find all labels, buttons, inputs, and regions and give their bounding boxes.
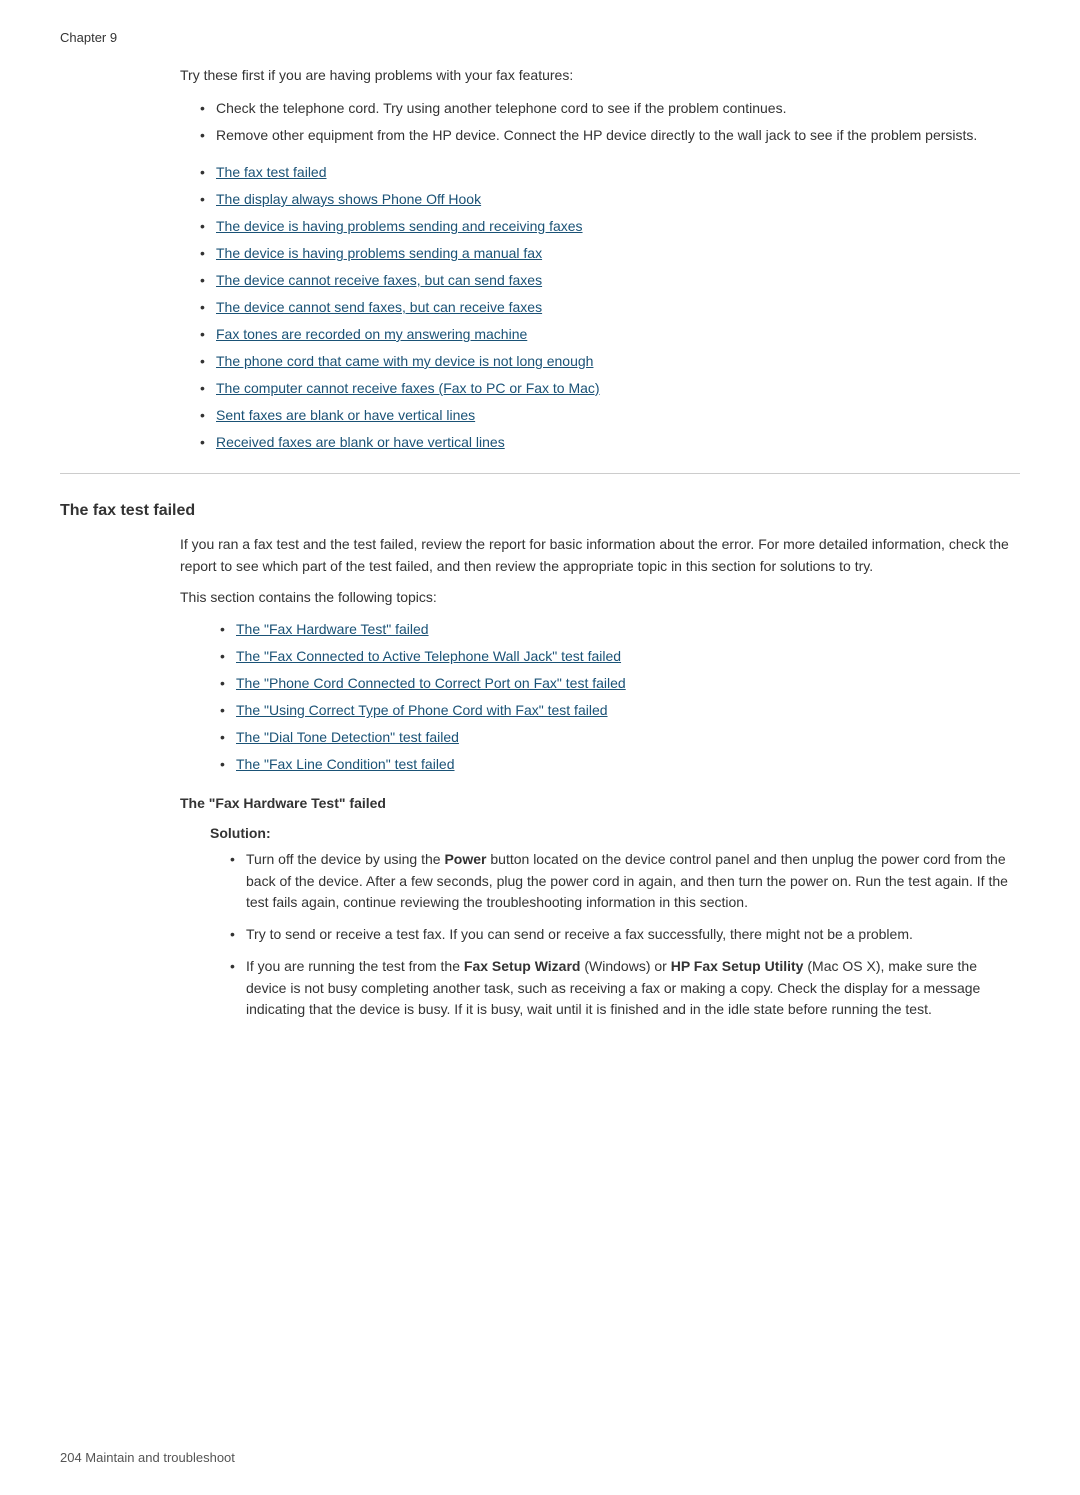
intro-bullet-list: Check the telephone cord. Try using anot… [200,98,1020,146]
sub-link-list: The "Fax Hardware Test" failed The "Fax … [220,619,1020,775]
intro-bullet-1: Check the telephone cord. Try using anot… [200,98,1020,119]
footer: 204 Maintain and troubleshoot [60,1450,235,1465]
link-item-0[interactable]: The fax test failed [200,162,1020,183]
chapter-label: Chapter 9 [60,30,1020,45]
bold-fax-setup-wizard: Fax Setup Wizard [464,958,581,974]
link-item-10[interactable]: Received faxes are blank or have vertica… [200,432,1020,453]
sub-link-2[interactable]: The "Phone Cord Connected to Correct Por… [220,673,1020,694]
sub-link-3[interactable]: The "Using Correct Type of Phone Cord wi… [220,700,1020,721]
link-item-6[interactable]: Fax tones are recorded on my answering m… [200,324,1020,345]
link-item-3[interactable]: The device is having problems sending a … [200,243,1020,264]
solution-label: Solution: [210,825,1020,841]
link-item-4[interactable]: The device cannot receive faxes, but can… [200,270,1020,291]
solution-bullet-list: Turn off the device by using the Power b… [230,849,1020,1021]
fax-test-heading: The fax test failed [60,502,1020,520]
bold-power: Power [444,851,486,867]
link-item-7[interactable]: The phone cord that came with my device … [200,351,1020,372]
sub-link-5[interactable]: The "Fax Line Condition" test failed [220,754,1020,775]
link-item-8[interactable]: The computer cannot receive faxes (Fax t… [200,378,1020,399]
fax-test-body: If you ran a fax test and the test faile… [180,534,1020,609]
link-item-5[interactable]: The device cannot send faxes, but can re… [200,297,1020,318]
hardware-test-section: The "Fax Hardware Test" failed Solution:… [60,795,1020,1021]
solution-bullet-0: Turn off the device by using the Power b… [230,849,1020,914]
solution-bullet-1: Try to send or receive a test fax. If yo… [230,924,1020,946]
sub-link-0[interactable]: The "Fax Hardware Test" failed [220,619,1020,640]
link-item-1[interactable]: The display always shows Phone Off Hook [200,189,1020,210]
link-list: The fax test failed The display always s… [200,162,1020,453]
solution-bullet-2: If you are running the test from the Fax… [230,956,1020,1021]
sub-link-4[interactable]: The "Dial Tone Detection" test failed [220,727,1020,748]
fax-test-para2: This section contains the following topi… [180,587,1020,609]
hardware-test-heading: The "Fax Hardware Test" failed [180,795,1020,811]
link-item-2[interactable]: The device is having problems sending an… [200,216,1020,237]
intro-text: Try these first if you are having proble… [180,65,1020,86]
fax-test-para1: If you ran a fax test and the test faile… [180,534,1020,577]
link-item-9[interactable]: Sent faxes are blank or have vertical li… [200,405,1020,426]
intro-bullet-2: Remove other equipment from the HP devic… [200,125,1020,146]
sub-link-1[interactable]: The "Fax Connected to Active Telephone W… [220,646,1020,667]
bold-hp-fax-setup: HP Fax Setup Utility [671,958,804,974]
